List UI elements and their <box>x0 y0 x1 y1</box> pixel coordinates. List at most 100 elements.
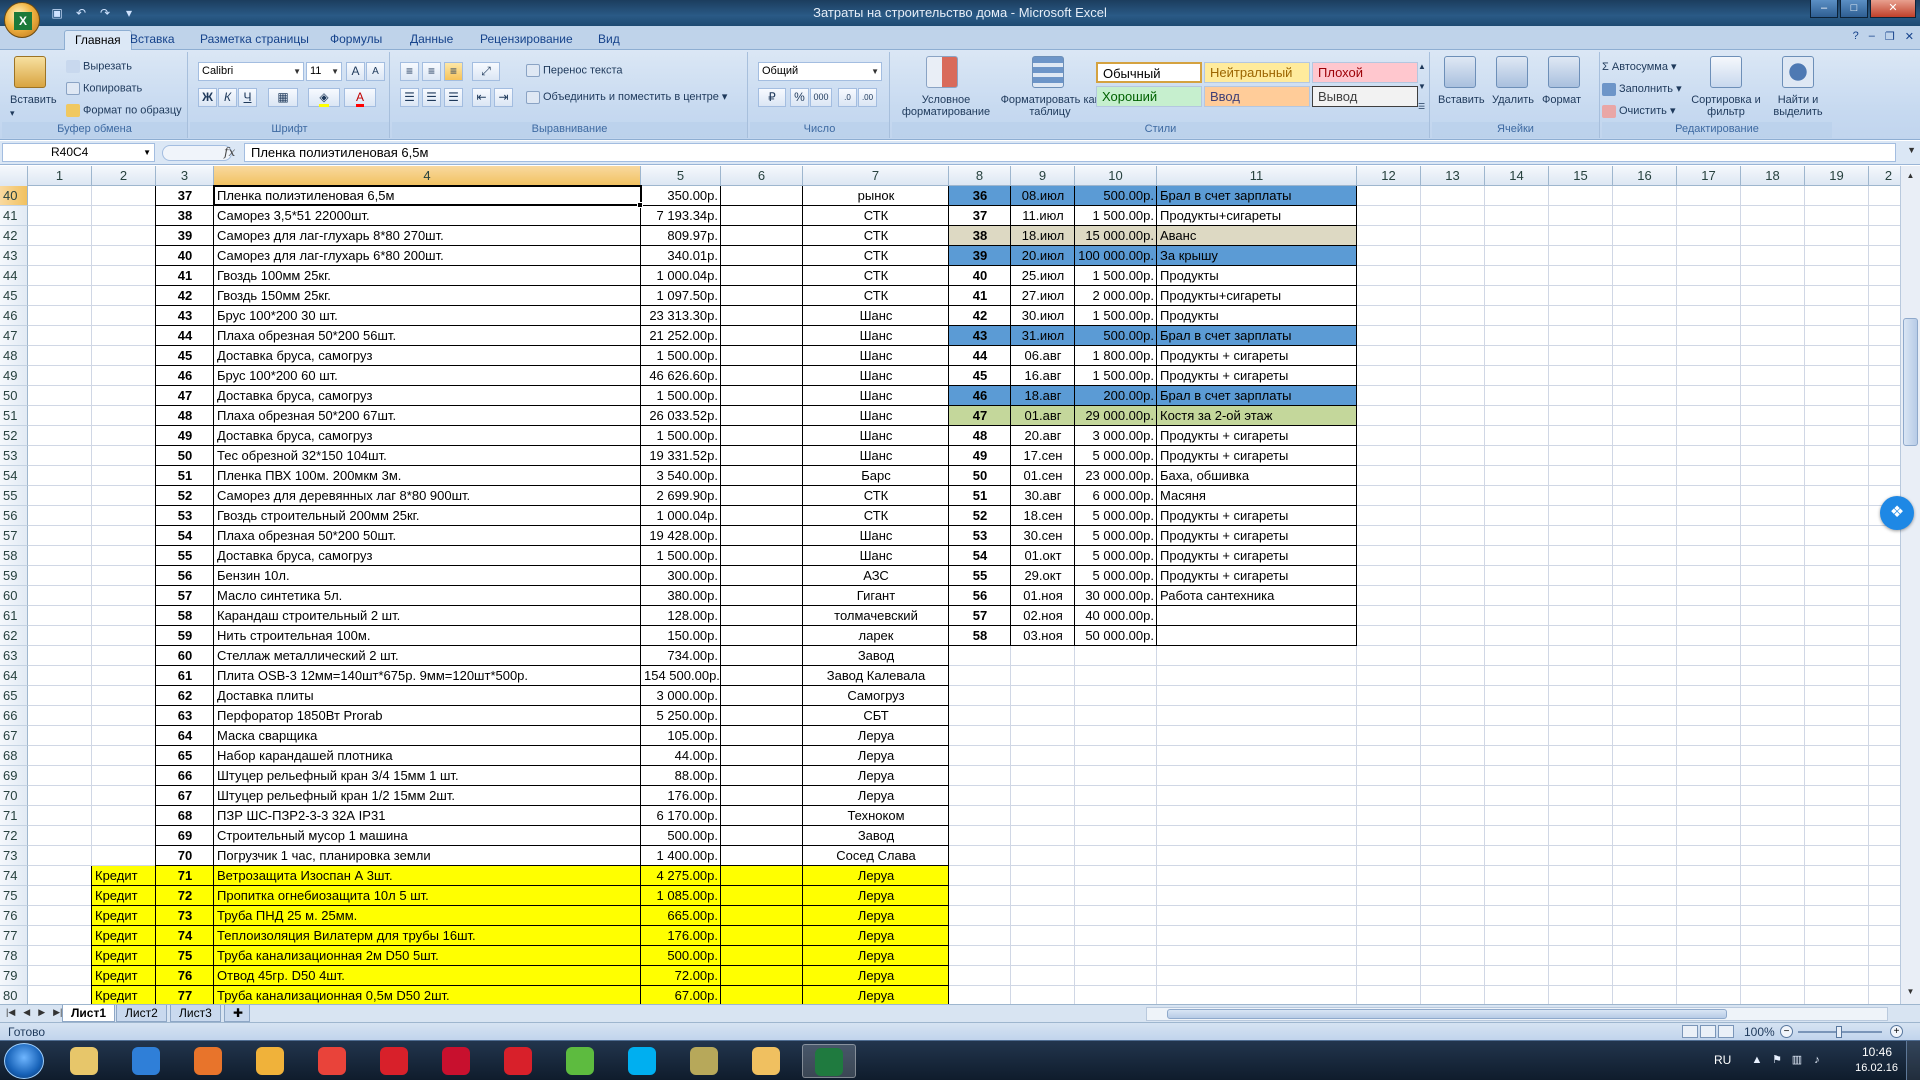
item-number-cell[interactable]: 62 <box>156 686 214 706</box>
price-cell[interactable]: 88.00р. <box>641 766 721 786</box>
item-name-cell[interactable]: Стеллаж металлический 2 шт. <box>214 646 641 666</box>
table-cell[interactable] <box>721 946 803 966</box>
store-cell[interactable]: Леруа <box>803 966 949 986</box>
fill-button[interactable]: Заполнить ▾ <box>1602 82 1682 96</box>
item-number-cell[interactable]: 71 <box>156 866 214 886</box>
zoom-slider-knob[interactable] <box>1836 1026 1842 1038</box>
taskbar-app-button[interactable] <box>244 1044 298 1078</box>
payment-number-cell[interactable]: 43 <box>949 326 1011 346</box>
payment-date-cell[interactable]: 18.авг <box>1011 386 1075 406</box>
paste-dropdown-icon[interactable]: ▾ <box>10 108 15 119</box>
insert-function-icon[interactable]: fx <box>224 145 235 159</box>
payment-number-cell[interactable]: 39 <box>949 246 1011 266</box>
item-number-cell[interactable]: 67 <box>156 786 214 806</box>
payment-note-cell[interactable] <box>1157 626 1357 646</box>
payment-number-cell[interactable]: 49 <box>949 446 1011 466</box>
item-name-cell[interactable]: Саморез для деревянных лаг 8*80 900шт. <box>214 486 641 506</box>
store-cell[interactable]: Шанс <box>803 386 949 406</box>
store-cell[interactable]: Леруа <box>803 786 949 806</box>
cell-area[interactable]: 37 Пленка полиэтиленовая 6,5м 350.00р. рыно… <box>0 185 1900 1004</box>
formula-bar-splitter[interactable] <box>162 145 232 161</box>
item-name-cell[interactable]: Погрузчик 1 час, планировка земли <box>214 846 641 866</box>
payment-amount-cell[interactable]: 6 000.00р. <box>1075 486 1157 506</box>
price-cell[interactable]: 350.00р. <box>641 186 721 206</box>
binoculars-icon[interactable] <box>1782 56 1814 88</box>
store-cell[interactable]: Шанс <box>803 346 949 366</box>
style-output[interactable]: Вывод <box>1312 86 1418 107</box>
payment-number-cell[interactable]: 52 <box>949 506 1011 526</box>
item-name-cell[interactable]: Отвод 45гр. D50 4шт. <box>214 966 641 986</box>
column-header[interactable]: 10 <box>1075 166 1157 186</box>
price-cell[interactable]: 21 252.00р. <box>641 326 721 346</box>
store-cell[interactable]: Шанс <box>803 546 949 566</box>
item-name-cell[interactable]: Саморез для лаг-глухарь 8*80 270шт. <box>214 226 641 246</box>
price-cell[interactable]: 500.00р. <box>641 946 721 966</box>
store-cell[interactable]: Леруа <box>803 746 949 766</box>
table-cell[interactable] <box>721 926 803 946</box>
store-cell[interactable]: Сосед Слава <box>803 846 949 866</box>
price-cell[interactable]: 176.00р. <box>641 926 721 946</box>
item-name-cell[interactable]: Ветрозащита Изоспан А 3шт. <box>214 866 641 886</box>
clock-time[interactable]: 10:46 <box>1862 1045 1892 1059</box>
payment-number-cell[interactable]: 44 <box>949 346 1011 366</box>
column-header[interactable]: 13 <box>1421 166 1485 186</box>
payment-amount-cell[interactable]: 200.00р. <box>1075 386 1157 406</box>
store-cell[interactable]: Шанс <box>803 446 949 466</box>
store-cell[interactable]: Завод <box>803 826 949 846</box>
item-name-cell[interactable]: Карандаш строительный 2 шт. <box>214 606 641 626</box>
wrap-text-button[interactable]: Перенос текста <box>526 64 623 77</box>
price-cell[interactable]: 128.00р. <box>641 606 721 626</box>
item-name-cell[interactable]: Доставка бруса, самогруз <box>214 346 641 366</box>
sheet-tab-2[interactable]: Лист2 <box>116 1005 167 1022</box>
column-header[interactable]: 2 <box>1869 166 1900 186</box>
align-right-icon[interactable]: ☰ <box>444 88 463 107</box>
office-button[interactable]: X <box>4 2 40 38</box>
dropbox-icon[interactable]: ❖ <box>1880 496 1914 530</box>
format-cells-button[interactable]: Формат <box>1542 94 1581 106</box>
payment-date-cell[interactable]: 17.сен <box>1011 446 1075 466</box>
payment-date-cell[interactable]: 27.июл <box>1011 286 1075 306</box>
align-left-icon[interactable]: ☰ <box>400 88 419 107</box>
payment-date-cell[interactable]: 30.июл <box>1011 306 1075 326</box>
price-cell[interactable]: 734.00р. <box>641 646 721 666</box>
next-sheet-icon[interactable]: ▶ <box>38 1007 45 1018</box>
payment-date-cell[interactable]: 01.сен <box>1011 466 1075 486</box>
store-cell[interactable]: Шанс <box>803 426 949 446</box>
item-name-cell[interactable]: Штуцер рельефный кран 3/4 15мм 1 шт. <box>214 766 641 786</box>
workbook-minimize-icon[interactable]: – <box>1869 30 1875 43</box>
payment-amount-cell[interactable]: 1 500.00р. <box>1075 366 1157 386</box>
payment-number-cell[interactable]: 50 <box>949 466 1011 486</box>
payment-note-cell[interactable]: Масяня <box>1157 486 1357 506</box>
price-cell[interactable]: 19 428.00р. <box>641 526 721 546</box>
price-cell[interactable]: 7 193.34р. <box>641 206 721 226</box>
tab-formulas[interactable]: Формулы <box>320 30 392 50</box>
price-cell[interactable]: 809.97р. <box>641 226 721 246</box>
price-cell[interactable]: 154 500.00р. <box>641 666 721 686</box>
item-number-cell[interactable]: 56 <box>156 566 214 586</box>
store-cell[interactable]: Леруа <box>803 766 949 786</box>
payment-note-cell[interactable]: Продукты + сигареты <box>1157 426 1357 446</box>
payment-date-cell[interactable]: 16.авг <box>1011 366 1075 386</box>
payment-amount-cell[interactable]: 23 000.00р. <box>1075 466 1157 486</box>
decrease-indent-icon[interactable]: ⇤ <box>472 88 491 107</box>
payment-date-cell[interactable]: 29.окт <box>1011 566 1075 586</box>
payment-number-cell[interactable]: 38 <box>949 226 1011 246</box>
item-name-cell[interactable]: Строительный мусор 1 машина <box>214 826 641 846</box>
column-header[interactable]: 5 <box>641 166 721 186</box>
price-cell[interactable]: 150.00р. <box>641 626 721 646</box>
payment-note-cell[interactable]: Продукты+сигареты <box>1157 286 1357 306</box>
taskbar-app-button[interactable] <box>120 1044 174 1078</box>
start-button[interactable] <box>4 1043 44 1079</box>
payment-number-cell[interactable]: 58 <box>949 626 1011 646</box>
taskbar-app-button[interactable] <box>306 1044 360 1078</box>
payment-note-cell[interactable]: Продукты <box>1157 306 1357 326</box>
store-cell[interactable]: Завод Калевала <box>803 666 949 686</box>
format-as-table-icon[interactable] <box>1032 56 1064 88</box>
shrink-font-button[interactable]: A <box>366 62 385 81</box>
price-cell[interactable]: 1 000.04р. <box>641 506 721 526</box>
item-number-cell[interactable]: 43 <box>156 306 214 326</box>
payment-number-cell[interactable]: 57 <box>949 606 1011 626</box>
price-cell[interactable]: 380.00р. <box>641 586 721 606</box>
payment-number-cell[interactable]: 37 <box>949 206 1011 226</box>
zoom-out-icon[interactable]: − <box>1780 1025 1793 1038</box>
